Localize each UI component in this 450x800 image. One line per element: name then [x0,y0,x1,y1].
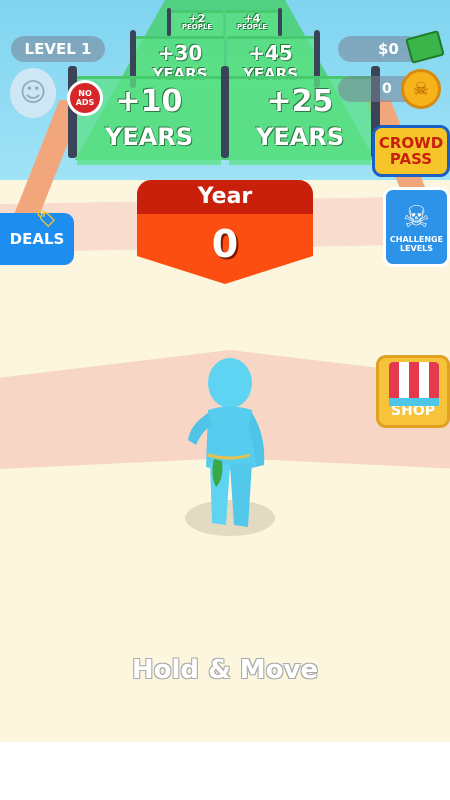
level-indicator: LEVEL 1 [11,36,105,62]
cash-value: $0 [378,40,399,58]
shop-storefront-icon [389,362,439,406]
challenge-levels-button[interactable]: ☠ CHALLENGE LEVELS [383,187,450,267]
no-ads-label: NO ADS [75,89,95,107]
crowd-pass-button[interactable]: CROWD PASS [372,125,450,177]
year-label: Year [137,180,313,214]
gate-far-right: +4 PEOPLE [226,10,278,39]
coin-value: 0 [382,81,392,97]
shop-button[interactable]: SHOP [376,355,450,428]
price-tag-icon: 🏷 [36,209,57,228]
gate-post [221,66,229,158]
gate-far-left: +2 PEOPLE [171,10,223,39]
level-label: LEVEL 1 [24,40,92,58]
skull-coin-icon: ☠ [401,69,441,109]
deals-label: DEALS [9,230,65,248]
deals-button[interactable]: 🏷 DEALS [0,209,74,265]
gate-post [278,8,282,36]
no-ads-button[interactable]: NO ADS [67,80,103,116]
crossed-swords-skull-icon: ☠ [403,200,430,235]
avatar-icon[interactable]: ☺ [10,68,56,118]
challenge-levels-label: CHALLENGE LEVELS [389,235,444,253]
instruction-text: Hold & Move [131,655,319,685]
crowd-pass-label: CROWD PASS [378,134,444,168]
year-value: 0 [137,214,313,284]
player-character [188,358,265,527]
year-banner: Year 0 [137,180,313,285]
